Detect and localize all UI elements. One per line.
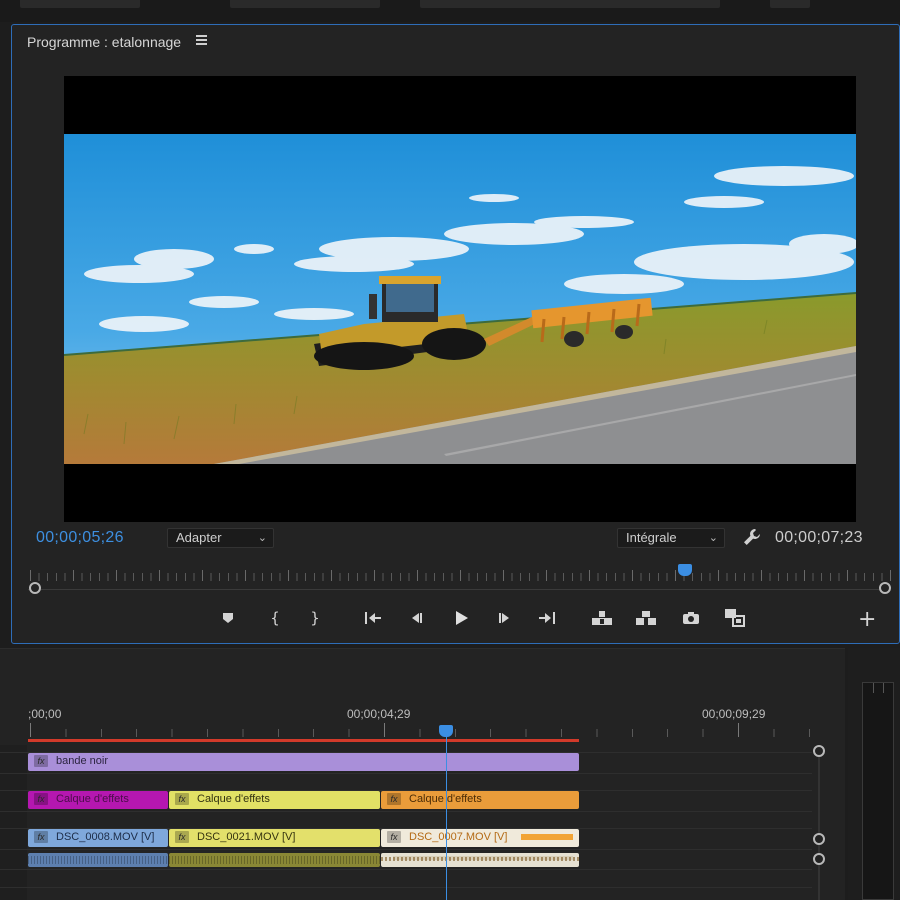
- video-frame-image: [64, 134, 856, 464]
- vertical-scrollbar[interactable]: [818, 751, 820, 900]
- export-frame-button[interactable]: [678, 605, 704, 631]
- playback-resolution-value: Intégrale: [626, 530, 677, 545]
- clip-color-bar: [521, 834, 573, 840]
- fx-badge-icon: fx: [34, 755, 48, 767]
- tab-partial[interactable]: [420, 0, 720, 8]
- fx-badge-icon: fx: [34, 831, 48, 843]
- current-timecode[interactable]: 00;00;05;26: [36, 529, 124, 547]
- clip-label: DSC_0008.MOV [V]: [56, 831, 155, 843]
- mark-out-icon: }: [310, 609, 320, 627]
- tab-partial[interactable]: [770, 0, 810, 8]
- marker-icon: [223, 613, 233, 623]
- audio-meter: [862, 682, 894, 900]
- step-forward-icon: [499, 613, 509, 623]
- scroll-handle[interactable]: [813, 853, 825, 865]
- clip-label: bande noir: [56, 755, 108, 767]
- top-tab-strip: [0, 0, 900, 22]
- fx-badge-icon: fx: [387, 831, 401, 843]
- tab-partial[interactable]: [20, 0, 140, 8]
- work-area-bar[interactable]: [28, 739, 579, 742]
- lift-icon: [592, 611, 612, 625]
- add-marker-button[interactable]: [215, 605, 241, 631]
- program-monitor-panel: Programme : etalonnage 00;00;05;26 Adapt…: [11, 24, 900, 644]
- timeline-clip-audio[interactable]: [28, 853, 168, 867]
- zoom-handle-left[interactable]: [29, 582, 41, 594]
- scroll-handle[interactable]: [813, 833, 825, 845]
- timeline-timecode-label: ;00;00: [28, 707, 62, 721]
- timeline-clip-video[interactable]: fx DSC_0008.MOV [V]: [28, 829, 168, 847]
- mark-in-button[interactable]: {: [262, 605, 288, 631]
- playhead-marker[interactable]: [677, 564, 692, 576]
- camera-icon: [683, 612, 699, 624]
- timeline-clip-adjustment-layer[interactable]: fx Calque d'effets: [28, 791, 168, 809]
- mark-out-button[interactable]: }: [302, 605, 328, 631]
- fx-badge-icon: fx: [34, 793, 48, 805]
- track-divider: [0, 887, 812, 888]
- timeline-playhead-line: [445, 735, 447, 900]
- panel-title: Programme : etalonnage: [27, 34, 182, 50]
- play-button[interactable]: [448, 605, 474, 631]
- step-forward-button[interactable]: [491, 605, 517, 631]
- zoom-handle-right[interactable]: [879, 582, 891, 594]
- fx-badge-icon: fx: [175, 831, 189, 843]
- play-icon: [456, 611, 468, 625]
- timeline-clip-video[interactable]: fx DSC_0021.MOV [V]: [169, 829, 380, 847]
- audio-meter-panel: [848, 648, 900, 900]
- chevron-down-icon: ⌄: [708, 532, 718, 544]
- video-preview[interactable]: [64, 76, 856, 522]
- step-back-button[interactable]: [404, 605, 430, 631]
- timeline-timecode-label: 00;00;04;29: [347, 707, 411, 721]
- fx-badge-icon: fx: [387, 793, 401, 805]
- track-divider: [0, 849, 812, 850]
- zoom-level-select[interactable]: Adapter ⌄: [167, 528, 274, 548]
- track-divider: [0, 811, 812, 812]
- audio-waveform: [28, 856, 168, 864]
- track-headers: [0, 745, 27, 900]
- go-to-out-icon: [539, 612, 555, 624]
- extract-icon: [636, 611, 656, 625]
- clip-label: DSC_0021.MOV [V]: [197, 831, 296, 843]
- go-to-in-icon: [365, 612, 381, 624]
- tab-partial[interactable]: [230, 0, 380, 8]
- panel-menu-icon[interactable]: [196, 35, 207, 45]
- go-to-out-button[interactable]: [534, 605, 560, 631]
- button-editor-add-button[interactable]: +: [858, 609, 876, 631]
- timeline-clip-audio[interactable]: [381, 853, 579, 867]
- timeline-clip-adjustment-layer[interactable]: fx Calque d'effets: [169, 791, 380, 809]
- go-to-in-button[interactable]: [360, 605, 386, 631]
- scroll-handle[interactable]: [813, 745, 825, 757]
- step-back-icon: [412, 613, 422, 623]
- zoom-level-value: Adapter: [176, 530, 222, 545]
- clip-label: DSC_0007.MOV [V]: [409, 831, 508, 843]
- audio-waveform: [169, 856, 380, 864]
- lift-button[interactable]: [589, 605, 615, 631]
- track-divider: [0, 869, 812, 870]
- timeline-clip-audio[interactable]: [169, 853, 380, 867]
- fx-badge-icon: fx: [175, 793, 189, 805]
- timeline-ruler-major-ticks: [30, 723, 810, 737]
- compare-view-button[interactable]: [722, 605, 748, 631]
- clip-label: Calque d'effets: [56, 793, 129, 805]
- transport-controls: { }: [12, 605, 899, 635]
- audio-waveform: [381, 857, 579, 861]
- playback-resolution-select[interactable]: Intégrale ⌄: [617, 528, 725, 548]
- mark-in-icon: {: [270, 609, 280, 627]
- timeline-clip-video[interactable]: fx DSC_0007.MOV [V]: [381, 829, 579, 847]
- chevron-down-icon: ⌄: [257, 532, 267, 544]
- timeline-timecode-label: 00;00;09;29: [702, 707, 766, 721]
- duration-timecode: 00;00;07;23: [775, 529, 863, 546]
- compare-icon: [725, 609, 745, 627]
- zoom-scrollbar[interactable]: [28, 580, 886, 590]
- timeline-clip-bande-noir[interactable]: fx bande noir: [28, 753, 579, 771]
- clip-label: Calque d'effets: [197, 793, 270, 805]
- extract-button[interactable]: [633, 605, 659, 631]
- timeline-clip-adjustment-layer[interactable]: fx Calque d'effets: [381, 791, 579, 809]
- track-divider: [0, 773, 812, 774]
- timeline-panel: ;00;00 00;00;04;29 00;00;09;29 fx bande n…: [0, 648, 845, 900]
- wrench-icon[interactable]: [742, 527, 762, 547]
